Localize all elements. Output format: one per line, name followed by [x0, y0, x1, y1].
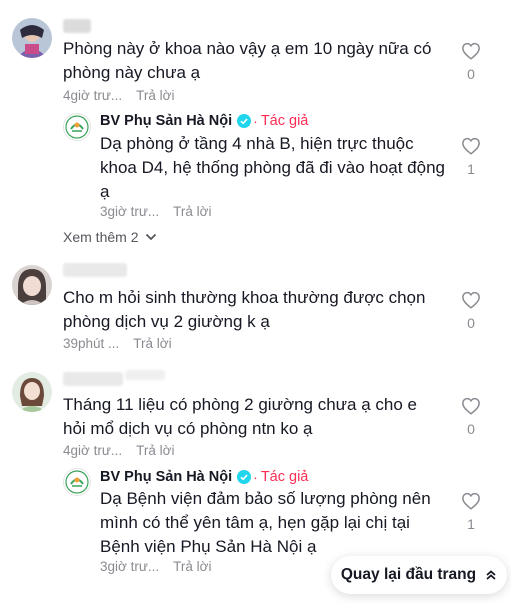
chevron-down-icon: [146, 233, 157, 241]
back-to-top-button[interactable]: Quay lại đầu trang: [331, 556, 507, 594]
comment-meta: 39phút ... Trả lời: [63, 336, 172, 351]
comment-text: Phòng này ở khoa nào vậy ạ em 10 ngày nữ…: [63, 39, 432, 82]
comment-text: Tháng 11 liệu có phòng 2 giường chưa ạ c…: [63, 395, 418, 438]
like-button[interactable]: 0: [459, 397, 483, 437]
author-badge: Tác giả: [260, 469, 309, 485]
author-name-obscured: [63, 372, 123, 386]
verified-icon: [237, 114, 252, 128]
reply-author-name[interactable]: BV Phụ Sản Hà Nội: [100, 469, 232, 485]
view-more-replies-button[interactable]: Xem thêm 2: [63, 229, 157, 245]
reply-meta: 3giờ trư... Trả lời: [100, 559, 212, 574]
reply-author-name[interactable]: BV Phụ Sản Hà Nội: [100, 113, 232, 129]
heart-icon: [462, 291, 480, 309]
heart-icon: [462, 397, 480, 415]
comment-time: 4giờ trư...: [63, 88, 123, 103]
reply-button[interactable]: Trả lời: [173, 204, 211, 219]
reply-button[interactable]: Trả lời: [133, 336, 171, 351]
comment-time: 4giờ trư...: [63, 443, 123, 458]
like-button[interactable]: 0: [459, 42, 483, 82]
separator-dot-icon: ·: [253, 469, 258, 485]
like-button[interactable]: 0: [459, 291, 483, 331]
author-badge: Tác giả: [260, 113, 309, 129]
double-chevron-up-icon: [486, 570, 496, 580]
reply-author-row: BV Phụ Sản Hà Nội · Tác giả: [100, 113, 308, 129]
like-button[interactable]: 1: [459, 492, 483, 532]
like-count: 0: [467, 66, 475, 82]
like-count: 1: [467, 161, 475, 177]
reply-time: 3giờ trư...: [100, 559, 160, 574]
comment-time: 39phút ...: [63, 336, 120, 351]
comment-meta: 4giờ trư... Trả lời: [63, 443, 175, 458]
heart-icon: [462, 42, 480, 60]
reply-button[interactable]: Trả lời: [173, 559, 211, 574]
comment-text: Cho m hỏi sinh thường khoa thường được c…: [63, 288, 426, 331]
reply-text: Dạ phòng ở tầng 4 nhà B, hiện trực thuộc…: [100, 134, 446, 201]
heart-icon: [462, 137, 480, 155]
reply-text: Dạ Bệnh viện đảm bảo số lượng phòng nên …: [100, 489, 431, 556]
reply-time: 3giờ trư...: [100, 204, 160, 219]
reply-author-row: BV Phụ Sản Hà Nội · Tác giả: [100, 469, 308, 485]
separator-dot-icon: ·: [253, 113, 258, 129]
user-avatar[interactable]: [12, 372, 52, 412]
like-count: 0: [467, 421, 475, 437]
author-name-obscured: [63, 263, 127, 277]
user-avatar[interactable]: [12, 18, 52, 58]
reply-meta: 3giờ trư... Trả lời: [100, 204, 212, 219]
comment-meta: 4giờ trư... Trả lời: [63, 88, 175, 103]
author-name-obscured: [125, 370, 165, 380]
author-name-obscured: [63, 19, 91, 33]
heart-icon: [462, 492, 480, 510]
reply-button[interactable]: Trả lời: [136, 443, 174, 458]
like-count: 0: [467, 315, 475, 331]
back-to-top-label: Quay lại đầu trang: [340, 566, 477, 583]
like-count: 1: [467, 516, 475, 532]
like-button[interactable]: 1: [459, 137, 483, 177]
reply-button[interactable]: Trả lời: [136, 88, 174, 103]
hospital-avatar[interactable]: [63, 113, 91, 141]
hospital-avatar[interactable]: [63, 468, 91, 496]
view-more-label: Xem thêm 2: [63, 229, 139, 245]
verified-icon: [237, 470, 252, 484]
user-avatar[interactable]: [12, 265, 52, 305]
